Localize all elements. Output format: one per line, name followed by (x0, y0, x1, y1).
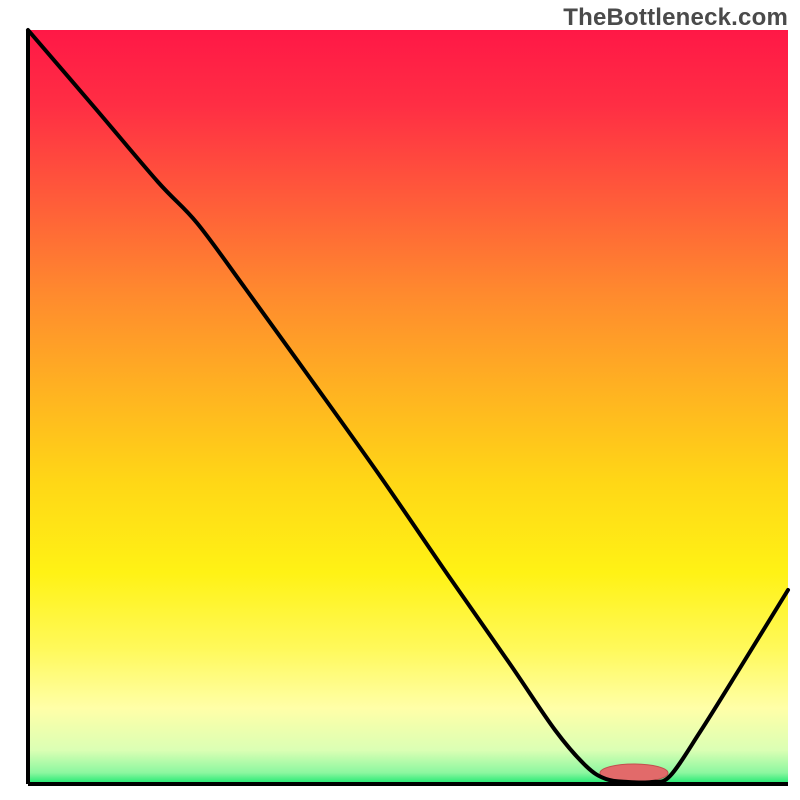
bottleneck-plot (0, 0, 800, 800)
chart-stage: TheBottleneck.com (0, 0, 800, 800)
gradient-background (28, 30, 788, 784)
